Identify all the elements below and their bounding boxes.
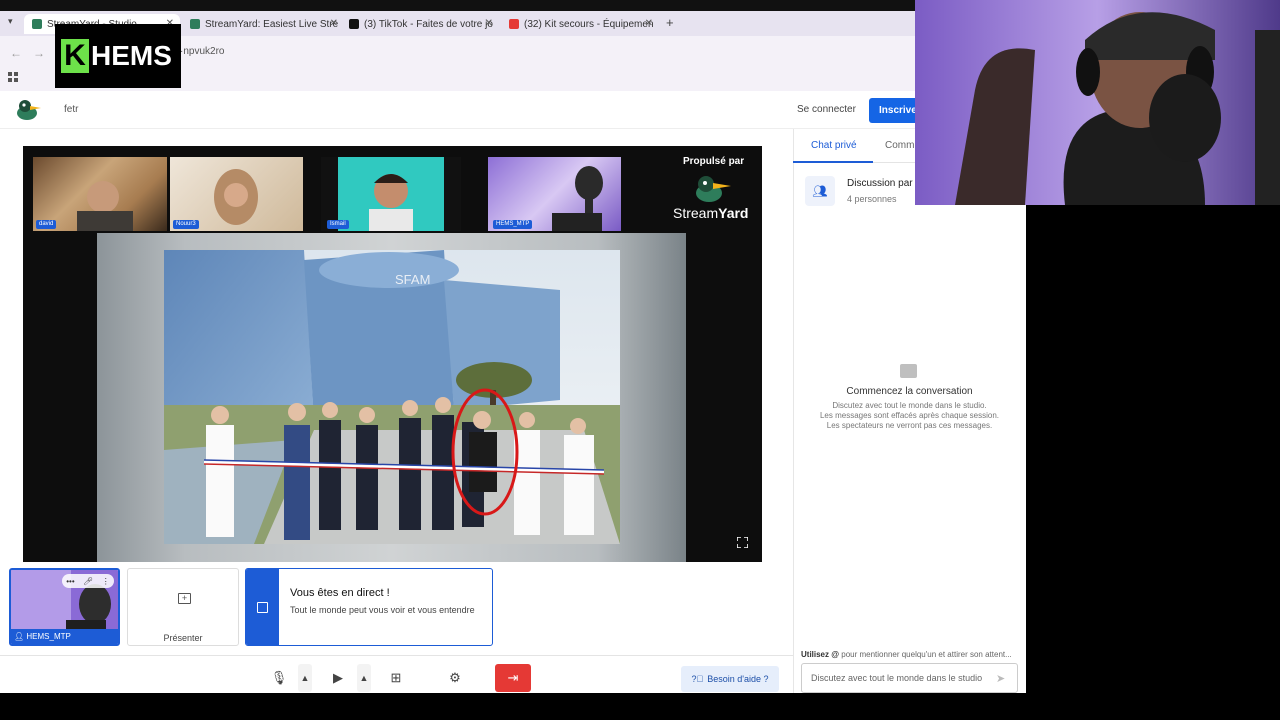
group-chat-title: Discussion par g [847,178,921,189]
participant-thumb[interactable]: Ismail [321,157,461,231]
participant-thumb[interactable]: HEMS_MTP [488,157,621,231]
present-label: Présenter [163,633,203,643]
chat-hint-rest: pour mentionner quelqu'un et attirer son… [839,650,1012,659]
building-sign: SFAM [395,272,430,287]
tile-controls[interactable]: ••• 🎤︎ ⋮ [62,574,114,588]
microphone-button[interactable]: 🎙︎ [261,664,297,692]
local-camera-name: 👤︎ HEMS_MTP [11,629,118,644]
gear-icon: ⚙︎ [449,670,461,685]
fullscreen-icon[interactable] [737,537,748,548]
browser-tab-streamyard-home[interactable]: StreamYard: Easiest Live Stream ✕ [190,14,338,34]
app-header [0,91,915,129]
streamer-webcam-video [915,0,1280,205]
khems-logo-overlay: K HEMS [55,24,181,88]
tab-search-icon[interactable]: ▾ [8,16,13,27]
local-camera-name-label: HEMS_MTP [26,632,71,641]
building-inauguration-photo: SFAM [164,250,620,544]
participant-thumb[interactable]: david [33,157,167,231]
apps-grid-icon[interactable] [8,72,18,82]
group-member-count: 4 personnes [847,194,897,204]
streamyard-duck-logo-icon[interactable] [15,98,43,122]
shop-favicon-icon [509,19,519,29]
chat-empty-line: Discutez avec tout le monde dans le stud… [832,401,987,410]
new-tab-plus-icon[interactable]: + [666,15,674,30]
microphone-icon: 🎙︎ [270,670,288,685]
chat-mention-hint: Utilisez @ pour mentionner quelqu'un et … [801,650,1021,659]
chat-tab-indicator [793,161,873,163]
browser-tab-label: (32) Kit secours - Équipement ai [524,18,653,30]
wordmark-part: Yard [718,205,749,221]
camera-icon: ▶︎ [333,670,343,685]
khems-logo-letter: K [61,39,89,73]
group-icon: 👥︎ [805,176,835,206]
chat-empty-line: Les spectateurs ne verront pas ces messa… [826,421,993,430]
help-label: Besoin d'aide ? [707,674,769,684]
chat-bubble-icon [900,364,917,378]
shared-photo: SFAM [164,250,620,544]
streamer-webcam-overlay [915,0,1280,205]
chat-empty-title: Commencez la conversation [846,386,973,397]
browser-tab-tiktok[interactable]: (3) TikTok - Faites de votre journ ✕ [349,14,493,34]
live-status-title: Vous êtes en direct ! [290,587,390,599]
back-arrow-icon[interactable]: ← [10,46,22,60]
close-tab-icon[interactable]: ✕ [485,18,493,29]
streamyard-wordmark: StreamYard [673,205,748,221]
studio-name[interactable]: fetr [64,104,78,115]
close-tab-icon[interactable]: ✕ [330,18,338,29]
participant-name-tag: Nouur3 [173,220,199,229]
microphone-options-caret-icon[interactable]: ▲ [298,664,312,692]
browser-tab-label: StreamYard: Easiest Live Stream [205,18,338,30]
chat-empty-body: Discutez avec tout le monde dans le stud… [793,401,1026,431]
live-status-bar [246,569,279,645]
streamyard-favicon-icon [190,19,200,29]
live-status-body: Tout le monde peut vous voir et vous ent… [290,605,475,615]
more-options-icon[interactable]: ••• [66,577,74,586]
browser-top-edge [0,0,915,11]
signup-button[interactable]: Inscrivez [869,98,915,123]
browser-tab-label: (3) TikTok - Faites de votre journ [364,18,493,30]
settings-button[interactable]: ⚙︎ [437,664,473,692]
forward-arrow-icon[interactable]: → [33,46,45,60]
kebab-menu-icon[interactable]: ⋮ [102,577,110,586]
participant-name-tag: Ismail [327,220,349,229]
live-status-card: Vous êtes en direct ! Tout le monde peut… [245,568,493,646]
help-circle-icon: ?⃝ [691,674,704,684]
chat-empty-line: Les messages sont effacés après chaque s… [819,411,1000,420]
tiktok-favicon-icon [349,19,359,29]
powered-by-label: Propulsé par [683,156,745,167]
participant-thumb[interactable]: Nouur3 [170,157,303,231]
wordmark-part: Stream [673,205,719,221]
local-camera-tile[interactable]: ••• 🎤︎ ⋮ 👤︎ HEMS_MTP [9,568,120,646]
camera-options-caret-icon[interactable]: ▲ [357,664,371,692]
tab-private-chat[interactable]: Chat privé [811,140,857,151]
screen-share-icon: ⊞ [390,670,402,685]
participant-name-tag: HEMS_MTP [493,220,533,229]
send-icon[interactable]: ➤ [996,672,1005,685]
screen-share-icon: + [178,593,191,604]
profile-card-icon [257,602,268,613]
streamyard-favicon-icon [32,19,42,29]
leave-studio-button[interactable]: ⇥ [495,664,531,692]
streamyard-duck-logo-icon [696,176,731,202]
chat-message-input[interactable]: Discutez avec tout le monde dans le stud… [801,663,1018,693]
participant-name-tag: david [36,220,57,229]
address-url[interactable]: ·npvuk2ro [180,46,224,57]
tab-comments[interactable]: Comm [885,140,914,151]
share-screen-button[interactable]: ⊞ [378,664,414,692]
help-button[interactable]: ?⃝ Besoin d'aide ? [681,666,779,692]
present-screen-tile[interactable]: + Présenter [127,568,239,646]
khems-logo-text: HEMS [91,40,172,71]
camera-button[interactable]: ▶︎ [320,664,356,692]
microphone-icon[interactable]: 🎤︎ [83,577,93,586]
login-link[interactable]: Se connecter [797,104,856,115]
browser-tab-kit-secours[interactable]: (32) Kit secours - Équipement ai ✕ [509,14,653,34]
exit-icon: ⇥ [507,670,519,685]
chat-hint-bold: Utilisez @ [801,650,840,659]
close-tab-icon[interactable]: ✕ [645,18,653,29]
